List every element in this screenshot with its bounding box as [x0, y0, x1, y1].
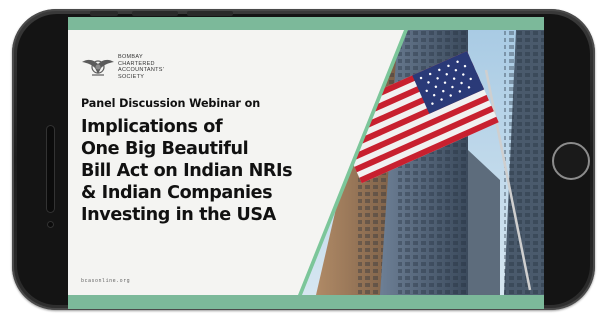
phone-speaker	[46, 125, 55, 213]
title-line: Investing in the USA	[81, 205, 276, 225]
webinar-subtitle: Panel Discussion Webinar on	[81, 97, 261, 110]
title-line: & Indian Companies	[81, 183, 273, 203]
phone-side-button	[90, 11, 118, 16]
org-name-line: SOCIETY	[118, 73, 145, 80]
title-line: One Big Beautiful	[81, 139, 249, 159]
top-accent-bar	[68, 17, 544, 30]
webinar-slide: BOMBAY CHARTERED ACCOUNTANTS' SOCIETY Pa…	[68, 30, 544, 295]
phone-side-button	[187, 11, 233, 16]
org-name-line: ACCOUNTANTS'	[118, 67, 165, 73]
eagle-emblem-icon	[82, 59, 114, 76]
website-url: bcasonline.org	[81, 278, 131, 284]
webinar-title: Implications of One Big Beautiful Bill A…	[81, 116, 293, 226]
phone-screen: BOMBAY CHARTERED ACCOUNTANTS' SOCIETY Pa…	[68, 17, 544, 309]
title-line: Bill Act on Indian NRIs	[81, 161, 293, 181]
phone-side-button	[132, 11, 178, 16]
title-line: Implications of	[81, 117, 223, 137]
organization-name: BOMBAY CHARTERED ACCOUNTANTS' SOCIETY	[118, 54, 164, 80]
bcas-logo: BOMBAY CHARTERED ACCOUNTANTS' SOCIETY	[80, 54, 164, 80]
bottom-accent-bar	[68, 295, 544, 309]
home-button[interactable]	[552, 142, 590, 180]
phone-camera	[47, 221, 54, 228]
